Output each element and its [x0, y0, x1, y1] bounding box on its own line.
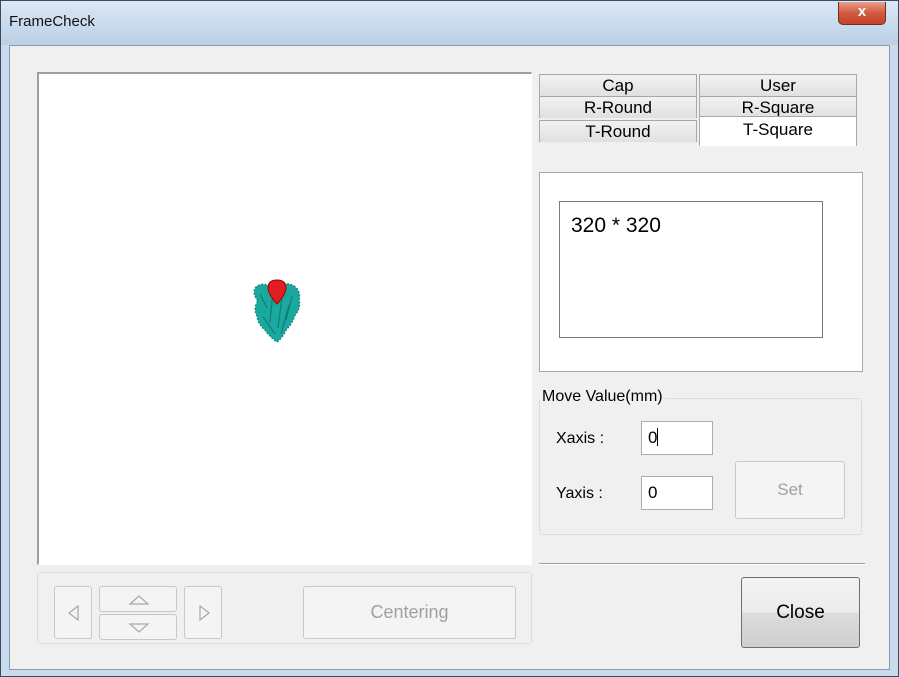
list-item[interactable]: 320 * 320: [571, 214, 822, 238]
divider: [539, 563, 865, 565]
tab-r-square[interactable]: R-Square: [699, 96, 857, 118]
frame-preview-canvas[interactable]: [37, 72, 532, 565]
triangle-up-icon: [128, 595, 150, 605]
centering-button[interactable]: Centering: [303, 586, 516, 639]
xaxis-value: 0: [648, 428, 658, 447]
tab-t-square[interactable]: T-Square: [699, 116, 857, 146]
set-button[interactable]: Set: [735, 461, 845, 519]
triangle-down-icon: [128, 623, 150, 633]
text-cursor: [657, 428, 659, 446]
tab-user[interactable]: User: [699, 74, 857, 96]
move-value-group-label: Move Value(mm): [540, 388, 665, 406]
yaxis-input[interactable]: 0: [641, 476, 713, 510]
move-down-button[interactable]: [99, 614, 177, 640]
move-up-button[interactable]: [99, 586, 177, 612]
yaxis-value: 0: [648, 483, 658, 502]
close-icon: x: [857, 3, 867, 20]
tab-cap[interactable]: Cap: [539, 74, 697, 96]
title-bar[interactable]: FrameCheck x: [1, 1, 898, 45]
close-button[interactable]: Close: [741, 577, 860, 648]
xaxis-input[interactable]: 0: [641, 421, 713, 455]
embroidery-design-preview: [253, 279, 301, 343]
tab-r-round[interactable]: R-Round: [539, 96, 697, 118]
framecheck-dialog: FrameCheck x Cap User R-Round R-Square T…: [0, 0, 899, 677]
tab-panel-t-square: 320 * 320: [539, 172, 863, 372]
triangle-right-icon: [199, 604, 210, 622]
move-right-button[interactable]: [184, 586, 222, 639]
tab-t-round[interactable]: T-Round: [539, 120, 697, 142]
yaxis-label: Yaxis :: [556, 485, 603, 502]
move-left-button[interactable]: [54, 586, 92, 639]
dialog-client-area: Cap User R-Round R-Square T-Round T-Squa…: [9, 45, 890, 670]
window-title: FrameCheck: [9, 13, 95, 30]
frame-size-list[interactable]: 320 * 320: [559, 201, 823, 338]
window-close-button[interactable]: x: [838, 2, 886, 25]
xaxis-label: Xaxis :: [556, 430, 605, 447]
triangle-left-icon: [68, 604, 79, 622]
